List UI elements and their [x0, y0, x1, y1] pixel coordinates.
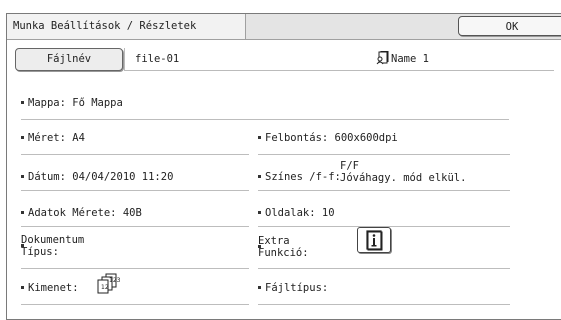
extra-function-line1: Extra [258, 235, 290, 247]
row-divider [21, 119, 509, 120]
row-divider [21, 190, 249, 191]
collate-pages-icon: 123 12 [97, 273, 121, 294]
bullet [21, 244, 24, 247]
bullet [21, 100, 24, 104]
date-item: Dátum: 04/04/2010 11:20 [21, 171, 173, 183]
filename-value: file-01 [135, 53, 180, 65]
folder-text: Mappa: Fő Mappa [28, 97, 123, 109]
output-label: Kimenet: [28, 282, 79, 294]
owner-name: Name 1 [391, 53, 429, 65]
size-text: Méret: A4 [28, 132, 85, 144]
bullet [258, 135, 261, 139]
row-divider [258, 190, 510, 191]
data-size-text: Adatok Mérete: 40B [28, 207, 142, 219]
bullet [21, 210, 24, 214]
job-details-panel: Munka Beállítások / Részletek OK Fájlnév… [6, 13, 561, 320]
extra-function-item: Extra Funkció: [258, 235, 309, 259]
info-icon [366, 230, 383, 251]
ok-button[interactable]: OK [458, 16, 561, 36]
bullet [21, 285, 24, 289]
folder-item: Mappa: Fő Mappa [21, 97, 123, 109]
extra-function-line2: Funkció: [258, 247, 309, 259]
svg-text:123: 123 [109, 277, 121, 284]
row-divider [21, 154, 249, 155]
bullet [258, 245, 261, 248]
row-divider [21, 304, 249, 305]
data-size-item: Adatok Mérete: 40B [21, 207, 142, 219]
bullet [258, 174, 261, 178]
size-item: Méret: A4 [21, 132, 85, 144]
output-item: Kimenet: [21, 282, 79, 294]
extra-function-info-button[interactable] [357, 227, 391, 253]
file-type-text: Fájltípus: [265, 282, 329, 294]
row-divider [258, 304, 510, 305]
color-mode-value: F/F Jóváhagy. mód elkül. [340, 160, 466, 184]
date-text: Dátum: 04/04/2010 11:20 [28, 171, 174, 183]
document-type-line1: Dokumentum [21, 234, 85, 246]
bullet [21, 174, 24, 178]
document-type-item: Dokumentum Típus: [21, 234, 84, 258]
bullet [258, 210, 261, 214]
filename-field: file-01 Name 1 [124, 48, 554, 71]
row-divider [258, 154, 510, 155]
pages-item: Oldalak: 10 [258, 207, 335, 219]
color-mode-value-line1: F/F [340, 160, 359, 172]
color-mode-item: Színes /f-f: [258, 171, 341, 183]
filename-button[interactable]: Fájlnév [15, 48, 123, 71]
row-divider [258, 268, 510, 269]
svg-text:12: 12 [101, 284, 109, 291]
pages-text: Oldalak: 10 [265, 207, 335, 219]
row-divider [21, 226, 249, 227]
color-mode-label: Színes /f-f: [265, 171, 341, 183]
document-user-icon [376, 51, 389, 65]
row-divider [21, 268, 249, 269]
resolution-item: Felbontás: 600x600dpi [258, 132, 398, 144]
title-bar: Munka Beállítások / Részletek OK [7, 14, 561, 40]
document-type-line2: Típus: [21, 246, 59, 258]
bullet [258, 285, 261, 289]
resolution-text: Felbontás: 600x600dpi [265, 132, 398, 144]
color-mode-value-line2: Jóváhagy. mód elkül. [340, 172, 467, 184]
page-title: Munka Beállítások / Részletek [13, 20, 197, 32]
bullet [21, 135, 24, 139]
file-type-item: Fájltípus: [258, 282, 328, 294]
